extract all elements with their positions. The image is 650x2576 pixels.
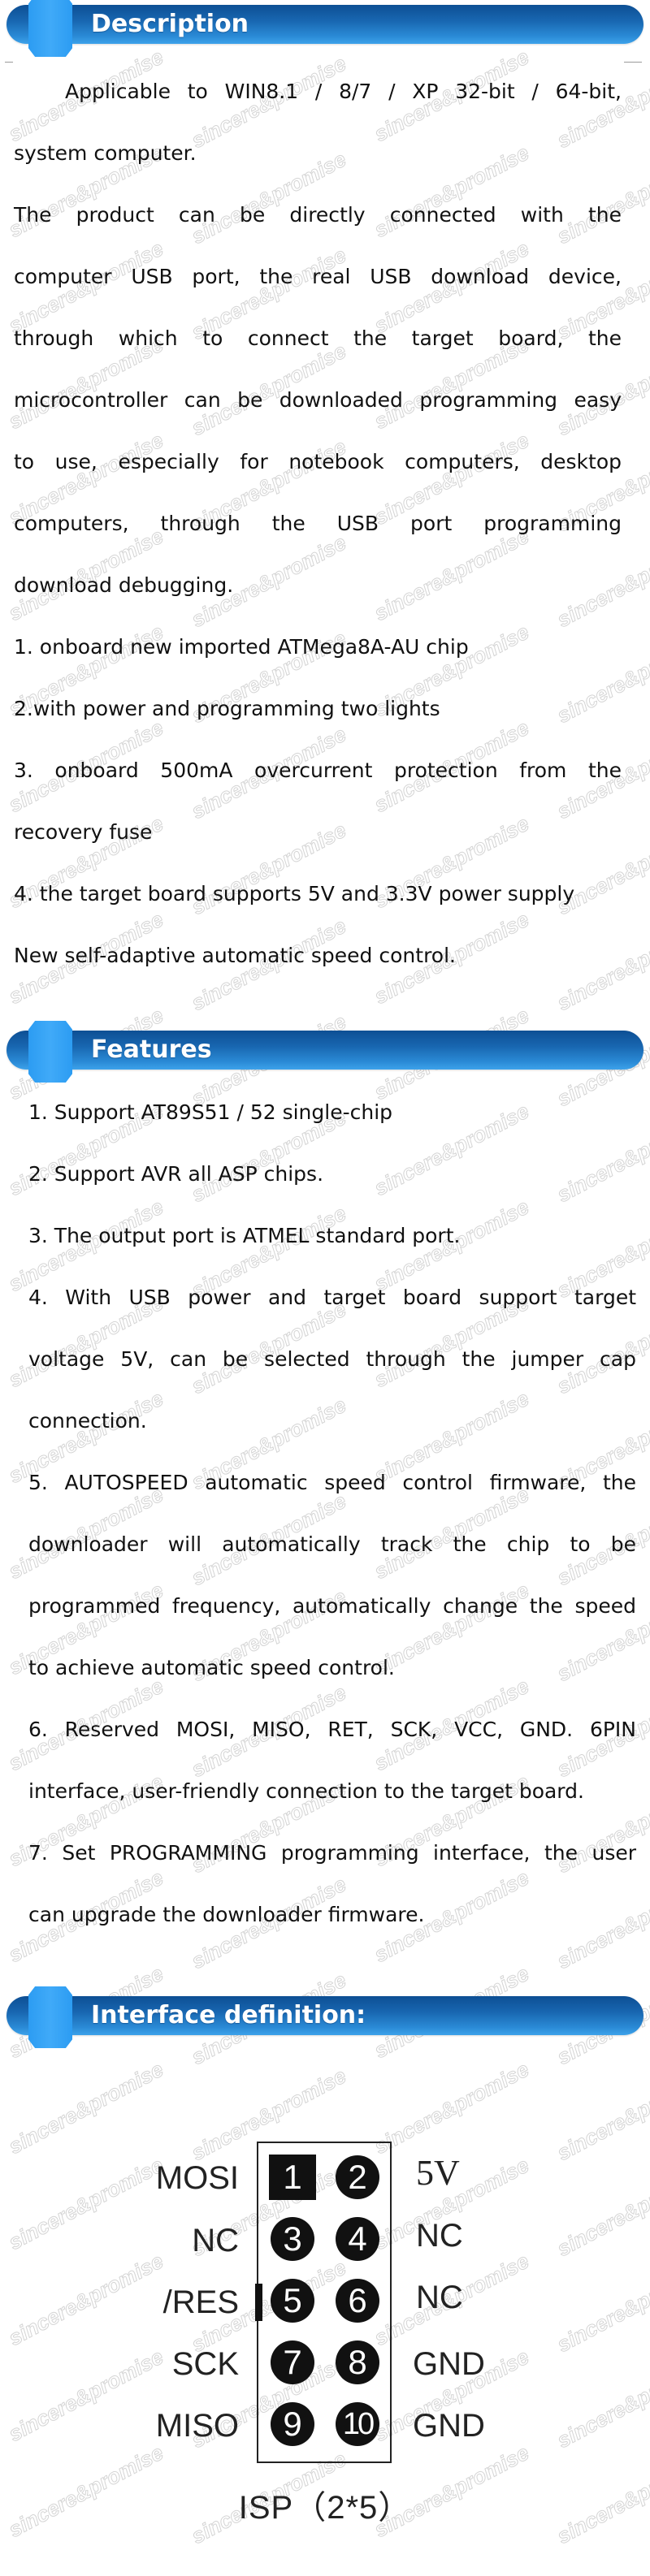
- description-line: through which to connect the target boar…: [14, 326, 622, 350]
- watermark-text: sincere&promise: [4, 2056, 167, 2159]
- watermark-text: sincere&promise: [370, 2056, 533, 2159]
- description-line: 1. onboard new imported ATMega8A-AU chip: [14, 635, 469, 659]
- feature-line: 4. With USB power and target board suppo…: [28, 1286, 636, 1309]
- watermark-text: sincere&promise: [187, 146, 350, 249]
- watermark-text: sincere&promise: [370, 1098, 533, 1201]
- pin-label-4: NC: [416, 2218, 463, 2254]
- pin-7: 7: [271, 2340, 314, 2384]
- features-header: Features: [6, 1021, 645, 1083]
- interface-title: Interface definition:: [91, 2001, 366, 2029]
- description-line: 3. onboard 500mA overcurrent protection …: [14, 759, 622, 782]
- watermark-text: sincere&promise: [370, 523, 533, 626]
- pin-label-10: GND: [413, 2408, 485, 2444]
- watermark-text: sincere&promise: [552, 913, 650, 1016]
- pin-label-7: SCK: [171, 2346, 239, 2382]
- pin-2: 2: [336, 2155, 379, 2199]
- watermark-text: sincere&promise: [552, 2159, 650, 2262]
- description-line: system computer.: [14, 141, 197, 165]
- interface-header: Interface definition:: [6, 1986, 645, 2048]
- pin-label-2: 5V: [416, 2153, 460, 2193]
- pin-9: 9: [271, 2402, 314, 2446]
- description-line: computer USB port, the real USB download…: [14, 265, 622, 288]
- nut-icon: [28, 1021, 72, 1083]
- feature-line: 3. The output port is ATMEL standard por…: [28, 1224, 461, 1247]
- pin-10: 10: [336, 2402, 379, 2446]
- description-line: Applicable to WIN8.1 / 8/7 / XP 32-bit /…: [65, 80, 622, 103]
- pin-4: 4: [336, 2217, 379, 2261]
- corner-tick-left: [5, 62, 13, 63]
- pin-label-8: GND: [413, 2346, 485, 2382]
- feature-line: can upgrade the downloader firmware.: [28, 1903, 425, 1926]
- pin-8: 8: [336, 2340, 379, 2384]
- pin-label-3: NC: [192, 2223, 239, 2258]
- watermark-text: sincere&promise: [552, 2350, 650, 2453]
- features-title: Features: [91, 1035, 212, 1064]
- connector-key-notch: [255, 2284, 262, 2321]
- description-line: download debugging.: [14, 573, 234, 597]
- watermark-text: sincere&promise: [552, 625, 650, 728]
- watermark-text: sincere&promise: [552, 529, 650, 633]
- description-header: Description: [6, 0, 645, 57]
- isp-caption: ISP（2*5）: [238, 2490, 412, 2526]
- description-line: 2.with power and programming two lights: [14, 697, 440, 720]
- pin-3: 3: [271, 2217, 314, 2261]
- description-line: microcontroller can be downloaded progra…: [14, 388, 622, 412]
- nut-icon: [28, 0, 72, 57]
- description-line: computers, through the USB port programm…: [14, 512, 622, 535]
- pin-6: 6: [336, 2279, 379, 2323]
- watermark-text: sincere&promise: [552, 146, 650, 249]
- nut-icon: [28, 1986, 72, 2048]
- watermark-text: sincere&promise: [552, 2254, 650, 2358]
- watermark-text: sincere&promise: [370, 140, 533, 243]
- pin-label-6: NC: [416, 2280, 463, 2315]
- pin-label-9: MISO: [155, 2408, 239, 2444]
- feature-line: interface, user-friendly connection to t…: [28, 1779, 584, 1803]
- pin-label-1: MOSI: [155, 2160, 239, 2196]
- feature-line: to achieve automatic speed control.: [28, 1656, 395, 1679]
- watermark-text: sincere&promise: [552, 1104, 650, 1208]
- description-line: New self-adaptive automatic speed contro…: [14, 944, 456, 967]
- corner-tick-right: [624, 62, 642, 63]
- description-line: 4. the target board supports 5V and 3.3V…: [14, 882, 575, 905]
- description-title: Description: [91, 10, 249, 38]
- pin-5: 5: [271, 2279, 314, 2323]
- feature-line: 2. Support AVR all ASP chips.: [28, 1162, 324, 1186]
- feature-line: 7. Set PROGRAMMING programming interface…: [28, 1841, 636, 1865]
- feature-line: 6. Reserved MOSI, MISO, RET, SCK, VCC, G…: [28, 1718, 636, 1741]
- feature-line: 5. AUTOSPEED automatic speed control fir…: [28, 1471, 636, 1494]
- watermark-text: sincere&promise: [552, 2063, 650, 2166]
- feature-line: downloader will automatically track the …: [28, 1532, 636, 1556]
- pin-1: 1: [269, 2155, 316, 2200]
- watermark-text: sincere&promise: [552, 1871, 650, 1974]
- description-line: to use, especially for notebook computer…: [14, 450, 622, 473]
- description-line: The product can be directly connected wi…: [14, 203, 622, 227]
- feature-line: voltage 5V, can be selected through the …: [28, 1347, 636, 1371]
- feature-line: programmed frequency, automatically chan…: [28, 1594, 636, 1618]
- description-line: recovery fuse: [14, 820, 153, 844]
- feature-line: connection.: [28, 1409, 147, 1433]
- feature-line: 1. Support AT89S51 / 52 single-chip: [28, 1100, 393, 1124]
- pin-label-5: /RES: [162, 2284, 239, 2320]
